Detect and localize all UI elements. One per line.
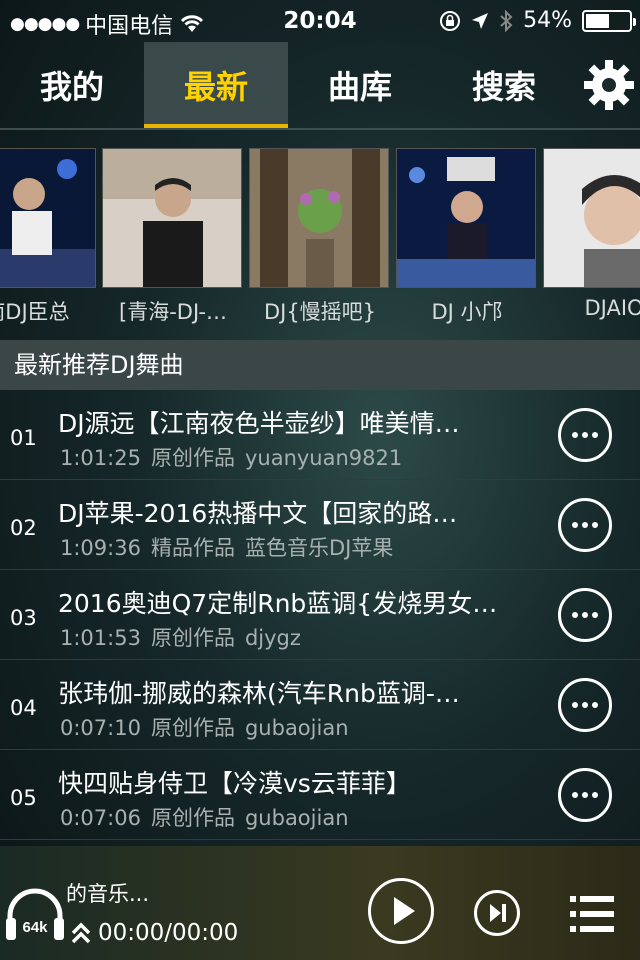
track-category: 原创作品 xyxy=(150,806,235,830)
top-tabs: 我的 最新 曲库 搜索 xyxy=(0,42,640,130)
more-options-icon[interactable] xyxy=(558,498,612,552)
track-row[interactable]: 05 快四贴身侍卫【冷漠vs云菲菲】 0:07:06 原创作品 gubaojian xyxy=(0,750,640,840)
track-title: 张玮伽-挪威的森林(汽车Rnb蓝调-… xyxy=(58,679,460,708)
next-icon xyxy=(490,904,506,922)
track-title: 2016奥迪Q7定制Rnb蓝调{发烧男女… xyxy=(58,589,498,618)
more-options-icon[interactable] xyxy=(558,678,612,732)
track-row[interactable]: 01 DJ源远【江南夜色半壶纱】唯美情… 1:01:25 原创作品 yuanyuan… xyxy=(0,390,640,480)
track-number: 05 xyxy=(10,786,37,810)
track-duration: 1:09:36 xyxy=(60,536,141,560)
track-row[interactable]: 03 2016奥迪Q7定制Rnb蓝调{发烧男女… 1:01:53 原创作品 djyg… xyxy=(0,570,640,660)
artist-photo xyxy=(102,148,242,288)
track-meta: 1:01:53 原创作品 djygz xyxy=(60,622,311,652)
artist-photo xyxy=(0,148,96,288)
playback-time: 00:00/00:00 xyxy=(70,920,238,946)
artist-card[interactable]: 南DJ臣总 xyxy=(0,148,98,326)
track-list: 01 DJ源远【江南夜色半壶纱】唯美情… 1:01:25 原创作品 yuanyuan… xyxy=(0,390,640,840)
play-icon xyxy=(394,897,415,925)
track-row[interactable]: 02 DJ苹果-2016热播中文【回家的路… 1:09:36 精品作品 蓝色音乐DJ… xyxy=(0,480,640,570)
tab-search[interactable]: 搜索 xyxy=(432,42,576,128)
track-category: 原创作品 xyxy=(150,626,235,650)
track-duration: 1:01:25 xyxy=(60,446,141,470)
track-number: 01 xyxy=(10,426,37,450)
bluetooth-icon xyxy=(500,9,513,32)
track-meta: 0:07:06 原创作品 gubaojian xyxy=(60,802,359,832)
time-text: 00:00/00:00 xyxy=(98,920,239,946)
settings-gear-icon[interactable] xyxy=(582,58,636,112)
battery-icon xyxy=(582,9,636,32)
track-number: 03 xyxy=(10,606,37,630)
track-author: yuanyuan9821 xyxy=(244,446,403,470)
tab-library[interactable]: 曲库 xyxy=(288,42,432,128)
mini-player: 64k 的音乐... 00:00/00:00 xyxy=(0,846,640,960)
section-header: 最新推荐DJ舞曲 xyxy=(0,340,640,390)
track-duration: 1:01:53 xyxy=(60,626,141,650)
artist-name: 南DJ臣总 xyxy=(0,300,70,324)
track-category: 原创作品 xyxy=(150,716,235,740)
status-right: 54% xyxy=(439,8,636,33)
artist-card[interactable]: DJ 小邝 xyxy=(396,148,538,326)
battery-level xyxy=(586,13,609,28)
status-bar: ●●●●● 中国电信 20:04 54% xyxy=(0,0,640,42)
track-author: 蓝色音乐DJ苹果 xyxy=(244,536,394,560)
artist-name: DJAIO xyxy=(584,296,640,320)
battery-percent: 54% xyxy=(523,8,572,33)
rotation-lock-icon xyxy=(440,10,461,31)
artist-card[interactable]: DJ{慢摇吧} xyxy=(249,148,391,326)
next-button[interactable] xyxy=(474,890,520,936)
artist-photo xyxy=(543,148,640,288)
track-duration: 0:07:06 xyxy=(60,806,141,830)
track-meta: 1:09:36 精品作品 蓝色音乐DJ苹果 xyxy=(60,532,403,562)
track-category: 精品作品 xyxy=(150,536,235,560)
more-options-icon[interactable] xyxy=(558,768,612,822)
tab-latest[interactable]: 最新 xyxy=(144,42,288,128)
track-meta: 0:07:10 原创作品 gubaojian xyxy=(60,712,359,742)
artist-name: [青海-DJ-… xyxy=(119,300,227,324)
location-icon xyxy=(472,12,489,29)
track-number: 04 xyxy=(10,696,37,720)
artist-name: DJ 小邝 xyxy=(431,300,503,324)
now-playing-title: 的音乐... xyxy=(66,882,150,906)
artist-photo xyxy=(396,148,536,288)
artist-card[interactable]: [青海-DJ-… xyxy=(102,148,244,326)
track-meta: 1:01:25 原创作品 yuanyuan9821 xyxy=(60,442,412,472)
artist-photo xyxy=(249,148,389,288)
playlist-icon[interactable] xyxy=(570,894,614,934)
quality-label: 64k xyxy=(22,919,48,936)
expand-up-icon[interactable] xyxy=(70,921,92,945)
track-title: DJ源远【江南夜色半壶纱】唯美情… xyxy=(58,409,460,438)
tab-mine[interactable]: 我的 xyxy=(0,42,144,128)
track-title: DJ苹果-2016热播中文【回家的路… xyxy=(58,499,458,528)
track-duration: 0:07:10 xyxy=(60,716,141,740)
track-author: gubaojian xyxy=(244,716,349,740)
play-button[interactable] xyxy=(368,878,434,944)
artist-card[interactable]: DJAIO xyxy=(543,148,640,320)
headphones-icon[interactable]: 64k xyxy=(4,886,66,944)
artist-carousel: 南DJ臣总 [青海-DJ-… DJ{慢摇吧} DJ 小邝 DJAIO xyxy=(0,148,640,328)
track-author: djygz xyxy=(244,626,301,650)
track-author: gubaojian xyxy=(244,806,349,830)
artist-name: DJ{慢摇吧} xyxy=(263,300,377,324)
track-number: 02 xyxy=(10,516,37,540)
track-row[interactable]: 04 张玮伽-挪威的森林(汽车Rnb蓝调-… 0:07:10 原创作品 gubaoj… xyxy=(0,660,640,750)
track-category: 原创作品 xyxy=(150,446,235,470)
more-options-icon[interactable] xyxy=(558,408,612,462)
track-title: 快四贴身侍卫【冷漠vs云菲菲】 xyxy=(58,769,411,798)
more-options-icon[interactable] xyxy=(558,588,612,642)
